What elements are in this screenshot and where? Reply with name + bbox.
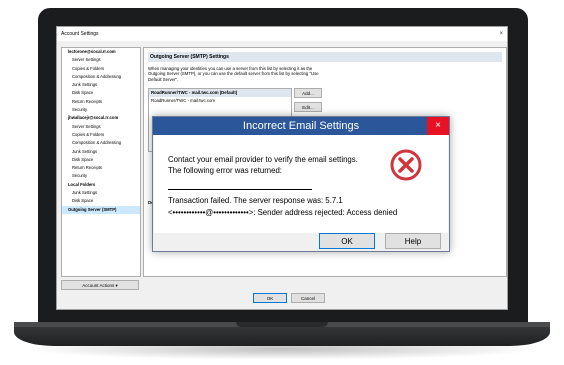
error-dialog: Incorrect Email Settings × Contact your … (152, 116, 450, 252)
tree-subitem[interactable]: Composition & Addressing (62, 73, 140, 81)
account-tree[interactable]: lectorone@socal.rr.com Server Settings Cop… (61, 47, 141, 277)
account-actions-button[interactable]: Account Actions ▾ (61, 280, 139, 290)
dialog-ok-button[interactable]: OK (319, 233, 375, 249)
tree-subitem[interactable]: Junk Settings (62, 189, 140, 197)
window-close-icon[interactable]: × (499, 27, 503, 41)
tree-subitem[interactable]: Disk Space (62, 89, 140, 97)
add-server-button[interactable]: Add... (294, 88, 322, 98)
tree-subitem[interactable]: Copies & Folders (62, 65, 140, 73)
cancel-button[interactable]: Cancel (291, 293, 325, 303)
tree-subitem[interactable]: Junk Settings (62, 81, 140, 89)
error-x-icon (390, 149, 422, 181)
dialog-message-line3: Transaction failed. The server response … (168, 196, 343, 205)
tree-subitem[interactable]: Return Receipts (62, 164, 140, 172)
dialog-message-line1: Contact your email provider to verify th… (168, 155, 358, 164)
ok-button[interactable]: OK (253, 293, 287, 303)
window-title-bar: Account Settings × (57, 27, 507, 41)
edit-server-button[interactable]: Edit... (294, 102, 322, 112)
dialog-message-line2: The following error was returned: (168, 166, 282, 175)
laptop-screen: Account Settings × lectorone@socal.rr.co… (56, 26, 508, 310)
tree-account-item[interactable]: lectorone@socal.rr.com (62, 48, 140, 56)
tree-subitem[interactable]: Return Receipts (62, 98, 140, 106)
tree-account-item[interactable]: Local Folders (62, 181, 140, 189)
dialog-close-icon[interactable]: × (427, 117, 449, 135)
tree-subitem[interactable]: Disk Space (62, 156, 140, 164)
dialog-title: Incorrect Email Settings (242, 120, 360, 132)
server-row[interactable]: RoadRunner/TWC - mail.twc.com (149, 97, 291, 105)
chevron-down-icon: ▾ (115, 283, 118, 288)
tree-subitem[interactable]: Junk Settings (62, 148, 140, 156)
tree-subitem[interactable]: Server Settings (62, 123, 140, 131)
tree-subitem[interactable]: Security (62, 172, 140, 180)
dialog-footer: OK Help (153, 233, 449, 251)
tree-subitem[interactable]: Server Settings (62, 56, 140, 64)
tree-subitem[interactable]: Security (62, 106, 140, 114)
laptop-notch (236, 322, 328, 327)
server-row[interactable]: RoadRunner/TWC - mail.twc.com (Default) (149, 89, 291, 97)
tree-subitem[interactable]: Copies & Folders (62, 131, 140, 139)
window-title: Account Settings (61, 31, 99, 37)
dialog-message-line4: <••••••••••••@•••••••••••••>: Sender add… (168, 208, 398, 217)
panel-description: When managing your identities you can us… (148, 66, 319, 82)
dialog-help-button[interactable]: Help (385, 233, 441, 249)
dialog-divider (168, 189, 312, 190)
tree-subitem[interactable]: Composition & Addressing (62, 139, 140, 147)
dialog-title-bar: Incorrect Email Settings × (153, 117, 449, 135)
tree-subitem[interactable]: Disk Space (62, 197, 140, 205)
tree-account-item[interactable]: jhwallacejr@socal.rr.com (62, 114, 140, 122)
dialog-body: Contact your email provider to verify th… (154, 135, 448, 233)
tree-account-item[interactable]: Outgoing Server (SMTP) (62, 205, 140, 214)
account-actions-label: Account Actions (82, 283, 115, 288)
panel-heading: Outgoing Server (SMTP) Settings (148, 52, 502, 62)
